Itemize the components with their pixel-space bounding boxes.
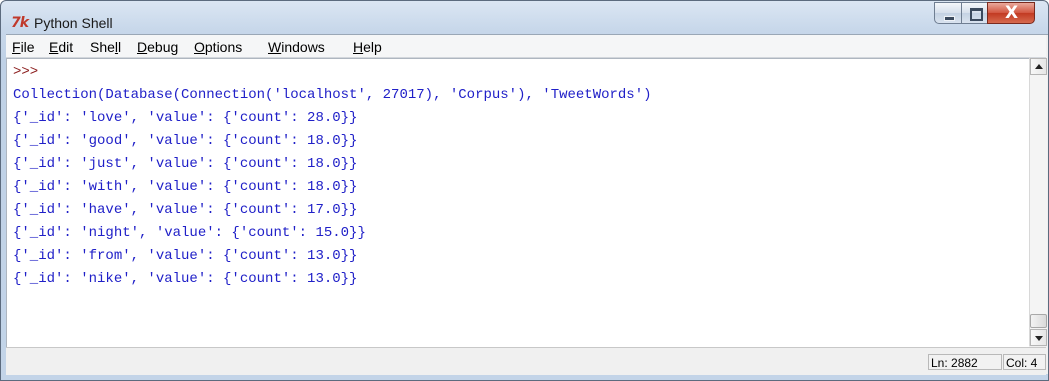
- menu-debug[interactable]: Debug: [137, 39, 178, 55]
- shell-text-area[interactable]: >>> Collection(Database(Connection('loca…: [6, 58, 1029, 347]
- client-area: File Edit Shell Debug Options Windows He…: [6, 34, 1048, 375]
- shell-output-line: {'_id': 'night', 'value': {'count': 15.0…: [13, 225, 366, 241]
- maximize-button[interactable]: [961, 2, 988, 24]
- shell-output-line: {'_id': 'good', 'value': {'count': 18.0}…: [13, 133, 358, 149]
- close-button[interactable]: X: [987, 2, 1035, 24]
- menu-file[interactable]: File: [12, 39, 35, 55]
- shell-output-line: {'_id': 'love', 'value': {'count': 28.0}…: [13, 110, 358, 126]
- line-number-indicator: Ln: 2882: [928, 354, 1002, 370]
- shell-prompt: >>>: [13, 64, 39, 80]
- tk-feather-icon: 7k: [11, 15, 29, 31]
- column-number-indicator: Col: 4: [1003, 354, 1046, 370]
- menu-shell[interactable]: Shell: [90, 39, 121, 55]
- close-icon: X: [1005, 3, 1019, 23]
- shell-output-line: {'_id': 'nike', 'value': {'count': 13.0}…: [13, 271, 358, 287]
- status-bar: Ln: 2882 Col: 4: [6, 347, 1046, 375]
- scroll-up-button[interactable]: [1030, 58, 1047, 75]
- shell-output-line: {'_id': 'have', 'value': {'count': 17.0}…: [13, 202, 358, 218]
- arrow-down-icon: [1035, 336, 1043, 341]
- minimize-button[interactable]: [934, 2, 962, 24]
- menu-bar: File Edit Shell Debug Options Windows He…: [6, 35, 1046, 58]
- shell-output-line: {'_id': 'from', 'value': {'count': 13.0}…: [13, 248, 358, 264]
- menu-options[interactable]: Options: [194, 39, 242, 55]
- window-title: Python Shell: [34, 15, 113, 31]
- scroll-thumb[interactable]: [1030, 314, 1047, 328]
- python-shell-window: 7k Python Shell X File Edit Shell Debug …: [0, 0, 1049, 381]
- minimize-icon: [944, 16, 955, 21]
- menu-help[interactable]: Help: [353, 39, 382, 55]
- menu-edit[interactable]: Edit: [49, 39, 73, 55]
- menu-windows[interactable]: Windows: [268, 39, 325, 55]
- shell-output-line: {'_id': 'just', 'value': {'count': 18.0}…: [13, 156, 358, 172]
- shell-output-line: {'_id': 'with', 'value': {'count': 18.0}…: [13, 179, 358, 195]
- arrow-up-icon: [1035, 64, 1043, 69]
- shell-output-line: Collection(Database(Connection('localhos…: [13, 87, 652, 103]
- scroll-down-button[interactable]: [1030, 329, 1047, 346]
- vertical-scrollbar[interactable]: [1029, 58, 1047, 346]
- maximize-icon: [970, 8, 983, 21]
